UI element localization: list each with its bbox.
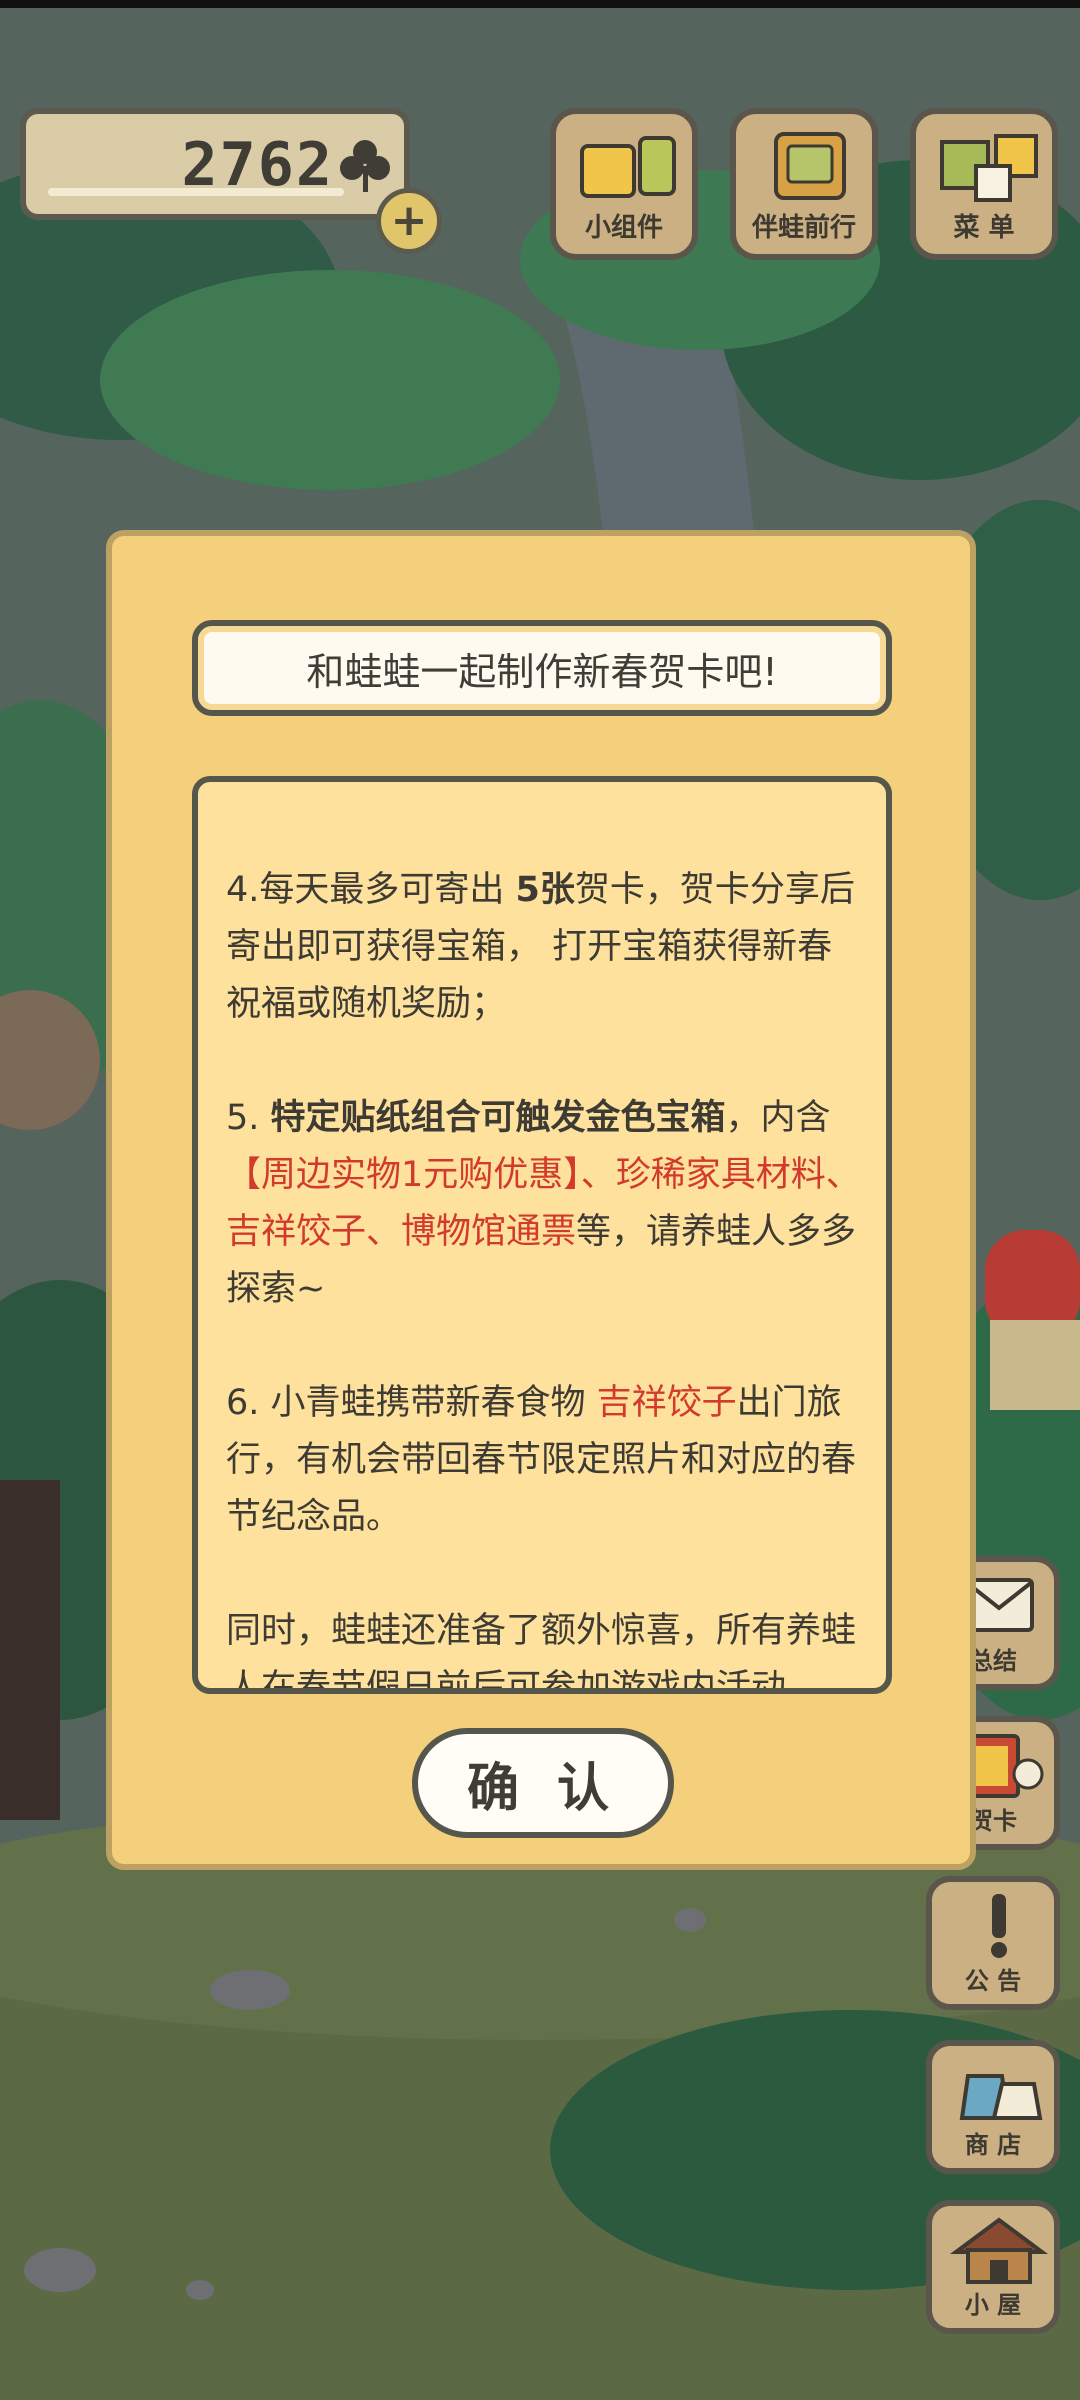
side-label-house: 小 屋 [964,2291,1022,2319]
widget-label: 小组件 [584,213,663,243]
side-button-shop[interactable]: 商 店 [926,2040,1060,2174]
notice-icon [991,1894,1007,1958]
event-dialog: 和蛙蛙一起制作新春贺卡吧! 4.每天最多可寄出 5张贺卡，贺卡分享后寄出即可获得… [106,530,976,1870]
rules-text: 4.每天最多可寄出 5张贺卡，贺卡分享后寄出即可获得宝箱， 打开宝箱获得新春祝福… [226,862,862,1694]
menu-icon [940,134,1038,202]
widget-icon [580,136,676,198]
shop-icon [959,2074,1043,2120]
menu-label: 菜 单 [953,213,1015,243]
side-label-notice: 公 告 [964,1967,1022,1995]
rule-item-extra: 同时，蛙蛙还准备了额外惊喜，所有养蛙人在春节假日前后可参加游戏内活动 [226,1611,857,1694]
counter-underline [48,188,344,196]
clover-counter: 2762 [20,108,410,220]
house-icon [949,2217,1049,2284]
rules-scroll-panel[interactable]: 4.每天最多可寄出 5张贺卡，贺卡分享后寄出即可获得宝箱， 打开宝箱获得新春祝福… [192,776,892,1694]
journey-label: 伴蛙前行 [751,213,856,243]
side-button-notice[interactable]: 公 告 [926,1876,1060,2010]
confirm-button[interactable]: 确 认 [412,1728,674,1838]
add-clover-button[interactable]: + [376,188,442,254]
dialog-title: 和蛙蛙一起制作新春贺卡吧! [192,620,892,716]
plus-icon: + [390,195,428,246]
journey-icon [774,132,846,200]
journey-button[interactable]: 伴蛙前行 [730,108,878,260]
rule-item-6: 6. 小青蛙携带新春食物 吉祥饺子出门旅行，有机会带回春节限定照片和对应的春节纪… [226,1383,857,1537]
rule-item-5: 5. 特定贴纸组合可触发金色宝箱，内含【周边实物1元购优惠】、珍稀家具材料、吉祥… [226,1098,861,1309]
side-button-house[interactable]: 小 屋 [926,2200,1060,2334]
side-label-shop: 商 店 [964,2131,1022,2159]
menu-button[interactable]: 菜 单 [910,108,1058,260]
rule-item-4: 4.每天最多可寄出 5张贺卡，贺卡分享后寄出即可获得宝箱， 打开宝箱获得新春祝福… [226,870,855,1024]
widget-button[interactable]: 小组件 [550,108,698,260]
clover-icon [340,140,390,192]
